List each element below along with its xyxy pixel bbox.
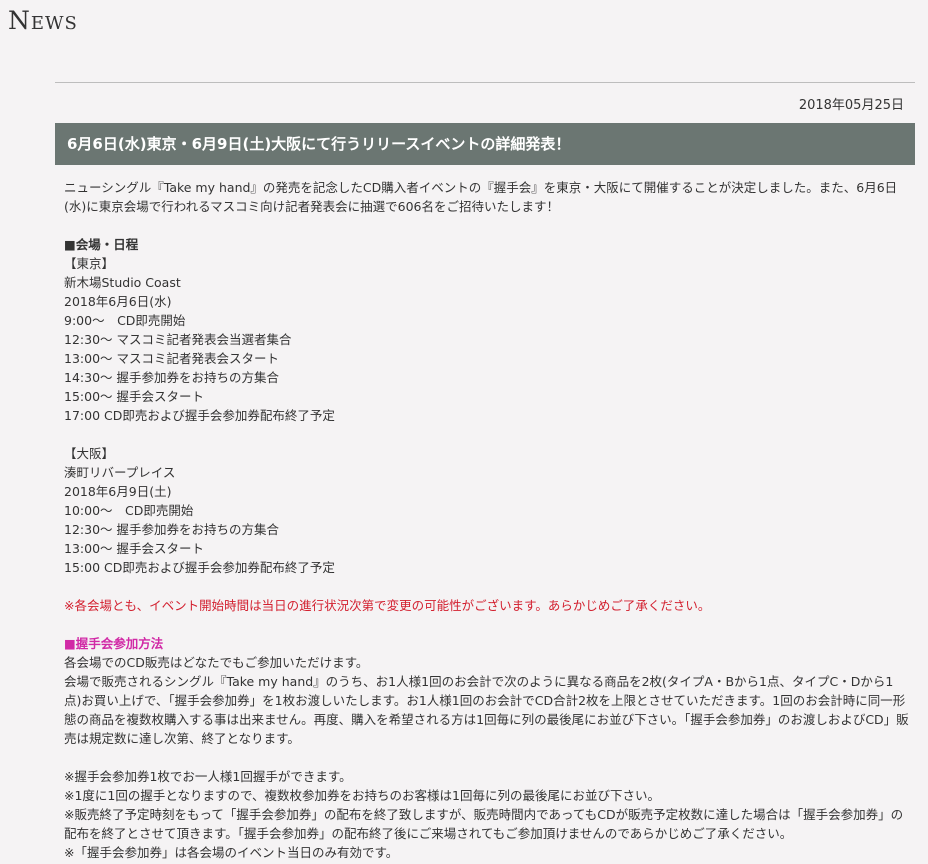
divider xyxy=(55,82,915,83)
schedule-item: 9:00～ CD即売開始 xyxy=(64,313,186,328)
section-title: News xyxy=(8,6,78,35)
schedule-item: 13:00～ 握手会スタート xyxy=(64,541,204,556)
intro-text: ニューシングル『Take my hand』の発売を記念したCD購入者イベントの『… xyxy=(64,180,898,214)
article-body: ニューシングル『Take my hand』の発売を記念したCD購入者イベントの『… xyxy=(64,178,910,862)
osaka-venue: 湊町リバープレイス xyxy=(64,465,176,480)
note-item: ※「握手会参加券」は各会場のイベント当日のみ有効です。 xyxy=(64,845,399,860)
schedule-item: 17:00 CD即売および握手会参加券配布終了予定 xyxy=(64,408,335,423)
note-item: ※販売終了予定時刻をもって「握手会参加券」の配布を終了致しますが、販売時間内であ… xyxy=(64,807,904,841)
schedule-item: 14:30～ 握手参加券をお持ちの方集合 xyxy=(64,370,279,385)
participation-heading: ■握手会参加方法 xyxy=(64,636,164,651)
article-date: 2018年05月25日 xyxy=(798,98,904,113)
schedule-item: 12:30～ 握手参加券をお持ちの方集合 xyxy=(64,522,279,537)
note-item: ※1度に1回の握手となりますので、複数枚参加券をお持ちのお客様は1回毎に列の最後… xyxy=(64,788,660,803)
participation-text: 各会場でのCD販売はどなたでもご参加いただけます。 xyxy=(64,655,369,670)
tokyo-label: 【東京】 xyxy=(64,256,115,271)
time-change-notice: ※各会場とも、イベント開始時間は当日の進行状況次第で変更の可能性がございます。あ… xyxy=(64,598,711,613)
participation-text: 会場で販売されるシングル『Take my hand』のうち、お1人様1回のお会計… xyxy=(64,674,909,746)
note-item: ※握手会参加券1枚でお一人様1回握手ができます。 xyxy=(64,769,352,784)
schedule-item: 10:00～ CD即売開始 xyxy=(64,503,194,518)
tokyo-date: 2018年6月6日(水) xyxy=(64,294,172,309)
article-title: 6月6日(水)東京・6月9日(土)大阪にて行うリリースイベントの詳細発表！ xyxy=(55,123,915,165)
tokyo-venue: 新木場Studio Coast xyxy=(64,275,181,290)
schedule-item: 13:00～ マスコミ記者発表会スタート xyxy=(64,351,279,366)
osaka-label: 【大阪】 xyxy=(64,446,115,461)
osaka-date: 2018年6月9日(土) xyxy=(64,484,172,499)
schedule-item: 12:30～ マスコミ記者発表会当選者集合 xyxy=(64,332,292,347)
venue-heading: ■会場・日程 xyxy=(64,237,139,252)
schedule-item: 15:00～ 握手会スタート xyxy=(64,389,204,404)
schedule-item: 15:00 CD即売および握手会参加券配布終了予定 xyxy=(64,560,335,575)
